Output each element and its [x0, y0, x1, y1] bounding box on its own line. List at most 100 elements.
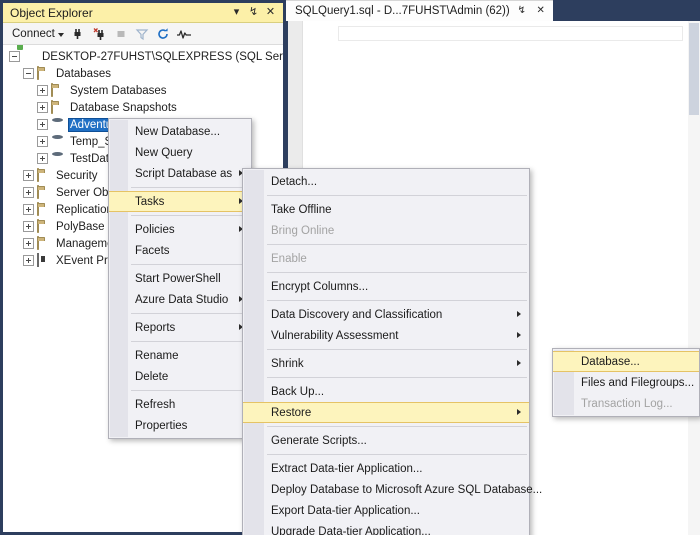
folder-icon-shape: [37, 236, 39, 250]
close-icon[interactable]: ✕: [534, 4, 548, 18]
menu-item-generate-scripts[interactable]: Generate Scripts...: [243, 430, 529, 451]
connect-object-explorer-icon[interactable]: [70, 25, 88, 43]
connect-button[interactable]: Connect: [9, 27, 67, 41]
database-icon: [51, 152, 65, 165]
refresh-icon[interactable]: [154, 25, 172, 43]
menu-item-label: Extract Data-tier Application...: [271, 462, 423, 475]
menu-item-script-database-as[interactable]: Script Database as: [109, 163, 251, 184]
menu-item-export-data-tier-application[interactable]: Export Data-tier Application...: [243, 500, 529, 521]
menu-item-label: Script Database as: [135, 167, 233, 180]
close-icon[interactable]: ✕: [262, 4, 279, 21]
tab-sqlquery1[interactable]: SQLQuery1.sql - D...7FUHST\Admin (62)) ↯…: [286, 0, 553, 21]
expand-icon[interactable]: [37, 153, 48, 164]
menu-item-label: Deploy Database to Microsoft Azure SQL D…: [271, 483, 543, 496]
chevron-right-icon: [517, 409, 521, 415]
menu-item-database[interactable]: Database...: [553, 351, 699, 372]
expand-icon[interactable]: [23, 238, 34, 249]
expand-icon[interactable]: [23, 187, 34, 198]
scrollbar-thumb[interactable]: [689, 23, 699, 115]
menu-item-upgrade-data-tier-application[interactable]: Upgrade Data-tier Application...: [243, 521, 529, 535]
menu-item-new-query[interactable]: New Query: [109, 142, 251, 163]
tasks-submenu[interactable]: Detach... Take Offline Bring Online Enable E…: [242, 168, 542, 535]
menu-item-vulnerability-assessment[interactable]: Vulnerability Assessment: [243, 325, 529, 346]
chevron-down-icon: [57, 32, 64, 37]
menu-item-label: Start PowerShell: [135, 272, 221, 285]
menu-item-label: Tasks: [135, 195, 165, 208]
menu-separator: [131, 313, 249, 314]
menu-item-label: Export Data-tier Application...: [271, 504, 420, 517]
collapse-icon[interactable]: [23, 68, 34, 79]
expand-icon[interactable]: [23, 204, 34, 215]
folder-icon-shape: [37, 185, 39, 199]
expand-icon[interactable]: [23, 255, 34, 266]
expand-icon[interactable]: [37, 85, 48, 96]
page-title: Object Explorer: [10, 5, 93, 20]
activity-monitor-icon[interactable]: [175, 25, 193, 43]
object-explorer-titlebar: Object Explorer ▾ ↯ ✕: [3, 3, 283, 23]
menu-item-back-up[interactable]: Back Up...: [243, 381, 529, 402]
tree-node[interactable]: DESKTOP-27FUHST\SQLEXPRESS (SQL Server 1…: [3, 48, 283, 65]
folder-icon: [37, 202, 51, 216]
expand-icon[interactable]: [37, 102, 48, 113]
menu-item-delete[interactable]: Delete: [109, 366, 251, 387]
menu-item-bring-online: Bring Online: [243, 220, 529, 241]
chevron-right-icon: [517, 360, 521, 366]
tree-node-label: Database Snapshots: [70, 101, 177, 114]
chevron-right-icon: [517, 332, 521, 338]
menu-item-detach[interactable]: Detach...: [243, 171, 529, 192]
expand-icon[interactable]: [37, 136, 48, 147]
menu-item-label: Back Up...: [271, 385, 325, 398]
menu-item-label: Rename: [135, 349, 179, 362]
restore-submenu[interactable]: Database... Files and Filegroups... Transa…: [552, 348, 700, 417]
menu-item-extract-data-tier-application[interactable]: Extract Data-tier Application...: [243, 458, 529, 479]
menu-item-rename[interactable]: Rename: [109, 345, 251, 366]
expand-icon[interactable]: [37, 119, 48, 130]
tree-node-label: DESKTOP-27FUHST\SQLEXPRESS (SQL Server 1…: [42, 50, 283, 63]
disconnect-object-explorer-icon[interactable]: [91, 25, 109, 43]
menu-item-properties[interactable]: Properties: [109, 415, 251, 436]
menu-item-files-and-filegroups[interactable]: Files and Filegroups...: [553, 372, 699, 393]
expand-icon[interactable]: [23, 170, 34, 181]
folder-icon: [37, 236, 51, 250]
menu-separator: [131, 341, 249, 342]
pin-icon[interactable]: ↯: [515, 4, 529, 18]
tree-node[interactable]: System Databases: [3, 82, 283, 99]
menu-item-azure-data-studio[interactable]: Azure Data Studio: [109, 289, 251, 310]
menu-item-label: Files and Filegroups...: [581, 376, 695, 389]
menu-item-facets[interactable]: Facets: [109, 240, 251, 261]
dropdown-icon[interactable]: ▾: [228, 4, 245, 21]
menu-item-take-offline[interactable]: Take Offline: [243, 199, 529, 220]
folder-icon: [37, 66, 51, 80]
pin-icon[interactable]: ↯: [245, 4, 262, 21]
menu-item-transaction-log: Transaction Log...: [553, 393, 699, 414]
database-context-menu[interactable]: New Database... New Query Script Database …: [108, 118, 252, 439]
tree-node-label: PolyBase: [56, 220, 105, 233]
ssms-window: Object Explorer ▾ ↯ ✕ Connect DESKTOP-27…: [0, 0, 700, 535]
menu-item-enable: Enable: [243, 248, 529, 269]
tree-node[interactable]: Databases: [3, 65, 283, 82]
folder-icon-shape: [37, 66, 39, 80]
menu-item-label: Properties: [135, 419, 188, 432]
expand-icon[interactable]: [23, 221, 34, 232]
menu-item-shrink[interactable]: Shrink: [243, 353, 529, 374]
menu-separator: [267, 300, 527, 301]
menu-item-start-powershell[interactable]: Start PowerShell: [109, 268, 251, 289]
editor-vertical-scrollbar[interactable]: [688, 21, 700, 535]
menu-item-refresh[interactable]: Refresh: [109, 394, 251, 415]
menu-item-policies[interactable]: Policies: [109, 219, 251, 240]
menu-item-new-database[interactable]: New Database...: [109, 121, 251, 142]
menu-item-restore[interactable]: Restore: [243, 402, 529, 423]
menu-item-reports[interactable]: Reports: [109, 317, 251, 338]
collapse-icon[interactable]: [9, 51, 20, 62]
tree-node[interactable]: Database Snapshots: [3, 99, 283, 116]
chevron-right-icon: [517, 311, 521, 317]
document-tabstrip: SQLQuery1.sql - D...7FUHST\Admin (62)) ↯…: [286, 0, 700, 21]
menu-item-deploy-database-to-microsoft-azure-sql-database[interactable]: Deploy Database to Microsoft Azure SQL D…: [243, 479, 542, 500]
folder-icon-shape: [51, 100, 53, 114]
menu-item-tasks[interactable]: Tasks: [109, 191, 251, 212]
menu-item-encrypt-columns[interactable]: Encrypt Columns...: [243, 276, 529, 297]
filter-icon[interactable]: [133, 25, 151, 43]
menu-item-data-discovery-and-classification[interactable]: Data Discovery and Classification: [243, 304, 529, 325]
menu-separator: [267, 195, 527, 196]
folder-icon-shape: [37, 219, 39, 233]
